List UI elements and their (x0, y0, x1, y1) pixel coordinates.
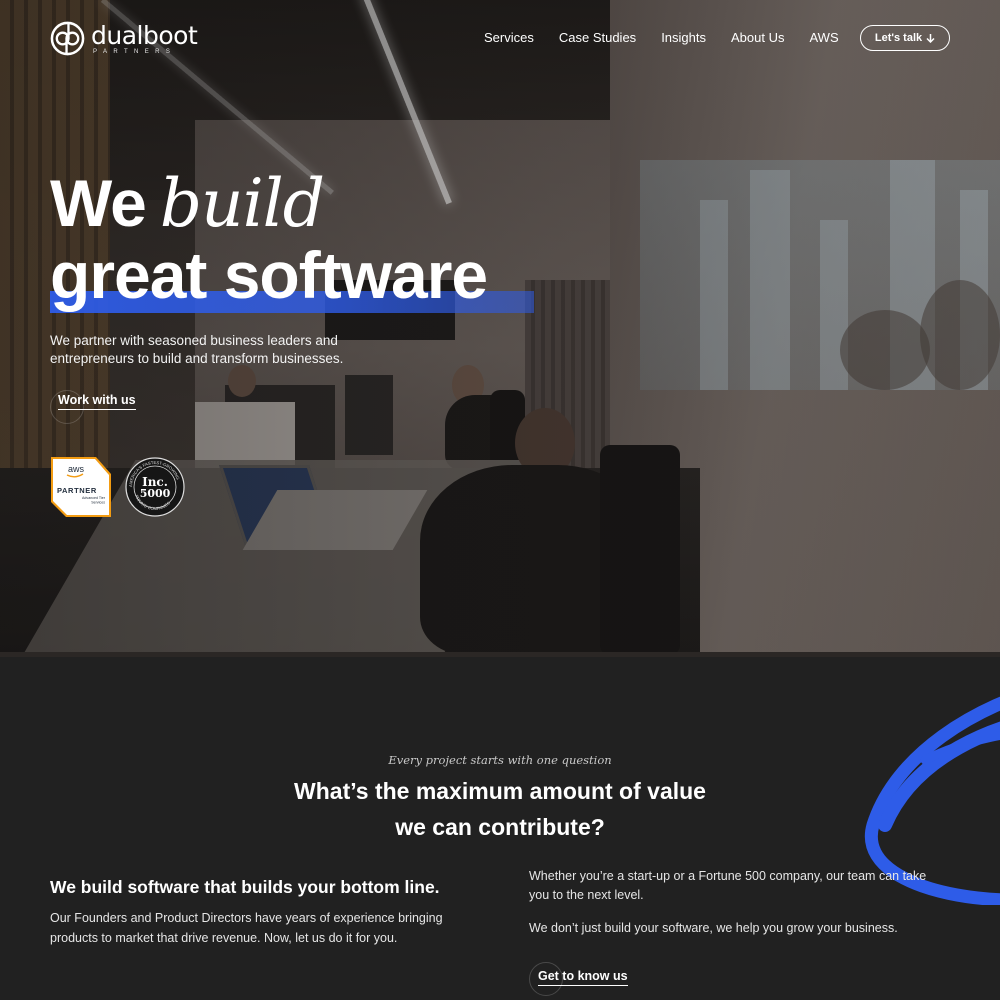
arrow-down-icon (926, 34, 935, 43)
inc-5000-badge: AMERICA'S FASTEST-GROWING PRIVATE COMPAN… (125, 457, 185, 517)
top-nav: dualboot PARTNERS Services Case Studies … (0, 0, 1000, 78)
right-paragraph-1: Whether you’re a start-up or a Fortune 5… (529, 869, 927, 902)
lets-talk-label: Let's talk (874, 32, 923, 44)
get-to-know-us-link[interactable]: Get to know us (529, 962, 628, 996)
right-paragraph-2: We don’t just build your software, we he… (529, 921, 898, 935)
nav-links: Services Case Studies Insights About Us … (484, 30, 864, 45)
nav-link-about-us[interactable]: About Us (731, 30, 784, 45)
left-heading: We build software that builds your botto… (50, 877, 440, 897)
lets-talk-button[interactable]: Let's talk (860, 25, 950, 51)
svg-text:Services: Services (91, 501, 105, 505)
nav-link-aws[interactable]: AWS (809, 30, 838, 45)
work-with-us-link[interactable]: Work with us (50, 390, 136, 424)
hero-section: dualboot PARTNERS Services Case Studies … (0, 0, 1000, 657)
hero-subtext: We partner with seasoned business leader… (50, 333, 344, 366)
svg-text:PARTNER: PARTNER (57, 486, 97, 495)
left-body: Our Founders and Product Directors have … (50, 911, 443, 945)
left-column: We build software that builds your botto… (50, 877, 480, 948)
headline-build: build (159, 165, 325, 242)
section-title-line1: What’s the maximum amount of value (294, 778, 706, 804)
hero-headline: We build great software (50, 165, 534, 313)
brand-subtitle: PARTNERS (93, 48, 177, 55)
svg-text:Advanced Tier: Advanced Tier (82, 496, 106, 500)
work-with-us-label: Work with us (58, 393, 136, 410)
aws-partner-badge: aws PARTNER Advanced Tier Services (51, 457, 111, 517)
section-title-line2: we can contribute? (395, 814, 605, 840)
value-section: Every project starts with one question W… (0, 657, 1000, 1000)
badges-row: aws PARTNER Advanced Tier Services AMERI… (50, 456, 186, 518)
nav-link-insights[interactable]: Insights (661, 30, 706, 45)
brand-logo[interactable]: dualboot PARTNERS (50, 20, 198, 56)
right-column: Whether you’re a start-up or a Fortune 5… (529, 867, 949, 952)
nav-link-services[interactable]: Services (484, 30, 534, 45)
get-to-know-us-label: Get to know us (538, 969, 628, 986)
section-eyebrow: Every project starts with one question (388, 753, 612, 767)
section-title: What’s the maximum amount of value we ca… (0, 773, 1000, 845)
brand-name: dualboot (91, 20, 198, 50)
headline-we: We (50, 166, 147, 240)
dualboot-logo-icon (50, 21, 85, 56)
hero-background-photo (0, 0, 1000, 657)
svg-text:aws: aws (68, 464, 85, 474)
svg-text:5000: 5000 (140, 487, 171, 500)
headline-great-software: great software (50, 238, 488, 312)
nav-link-case-studies[interactable]: Case Studies (559, 30, 636, 45)
